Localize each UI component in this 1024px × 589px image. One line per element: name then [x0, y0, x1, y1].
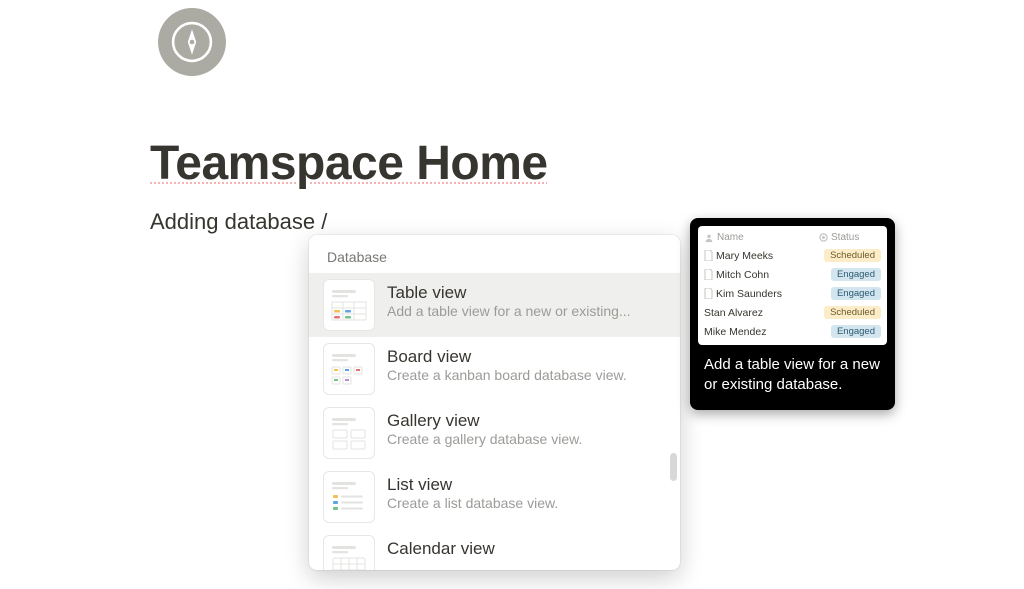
- preview-row: Stan Alvarez Scheduled: [704, 303, 881, 322]
- page-icon: [704, 250, 713, 261]
- table-preview: Name Status Mary Meeks Scheduled Mitch C…: [698, 226, 887, 345]
- preview-row: Kim Saunders Engaged: [704, 284, 881, 303]
- menu-section-label: Database: [309, 235, 680, 273]
- page-icon: [704, 288, 713, 299]
- status-badge: Engaged: [831, 325, 881, 338]
- preview-col-name: Name: [717, 232, 744, 243]
- menu-item-desc: Create a gallery database view.: [387, 431, 582, 447]
- menu-item-desc: Create a list database view.: [387, 495, 558, 511]
- board-view-icon: [323, 343, 375, 395]
- menu-item-list-view[interactable]: List view Create a list database view.: [309, 465, 680, 529]
- scrollbar-thumb[interactable]: [670, 453, 677, 481]
- status-badge: Engaged: [831, 268, 881, 281]
- menu-item-title: Table view: [387, 283, 631, 303]
- compass-icon: [158, 8, 226, 76]
- menu-item-table-view[interactable]: Table view Add a table view for a new or…: [309, 273, 680, 337]
- preview-row: Mitch Cohn Engaged: [704, 265, 881, 284]
- menu-item-desc: Create a kanban board database view.: [387, 367, 627, 383]
- slash-command-menu: Database Table view: [309, 235, 680, 570]
- list-view-icon: [323, 471, 375, 523]
- person-icon: [704, 233, 714, 243]
- status-dot-icon: [819, 233, 828, 242]
- preview-row: Mary Meeks Scheduled: [704, 246, 881, 265]
- status-badge: Scheduled: [824, 306, 881, 319]
- gallery-view-icon: [323, 407, 375, 459]
- page-title[interactable]: Teamspace Home: [150, 136, 1024, 191]
- page-icon: [704, 269, 713, 280]
- calendar-view-icon: [323, 535, 375, 570]
- menu-item-gallery-view[interactable]: Gallery view Create a gallery database v…: [309, 401, 680, 465]
- menu-item-title: Gallery view: [387, 411, 582, 431]
- menu-item-desc: Add a table view for a new or existing..…: [387, 303, 631, 319]
- preview-col-status: Status: [831, 232, 859, 243]
- menu-item-board-view[interactable]: Board view Create a kanban board databas…: [309, 337, 680, 401]
- tooltip-text: Add a table view for a new or existing d…: [698, 345, 887, 402]
- status-badge: Engaged: [831, 287, 881, 300]
- menu-item-calendar-view[interactable]: Calendar view: [309, 529, 680, 570]
- preview-row: Mike Mendez Engaged: [704, 322, 881, 341]
- menu-items: Table view Add a table view for a new or…: [309, 273, 680, 570]
- menu-item-title: List view: [387, 475, 558, 495]
- menu-item-title: Board view: [387, 347, 627, 367]
- menu-item-tooltip: Name Status Mary Meeks Scheduled Mitch C…: [690, 218, 895, 410]
- menu-item-title: Calendar view: [387, 539, 495, 559]
- status-badge: Scheduled: [824, 249, 881, 262]
- page-icon[interactable]: [158, 8, 226, 76]
- table-view-icon: [323, 279, 375, 331]
